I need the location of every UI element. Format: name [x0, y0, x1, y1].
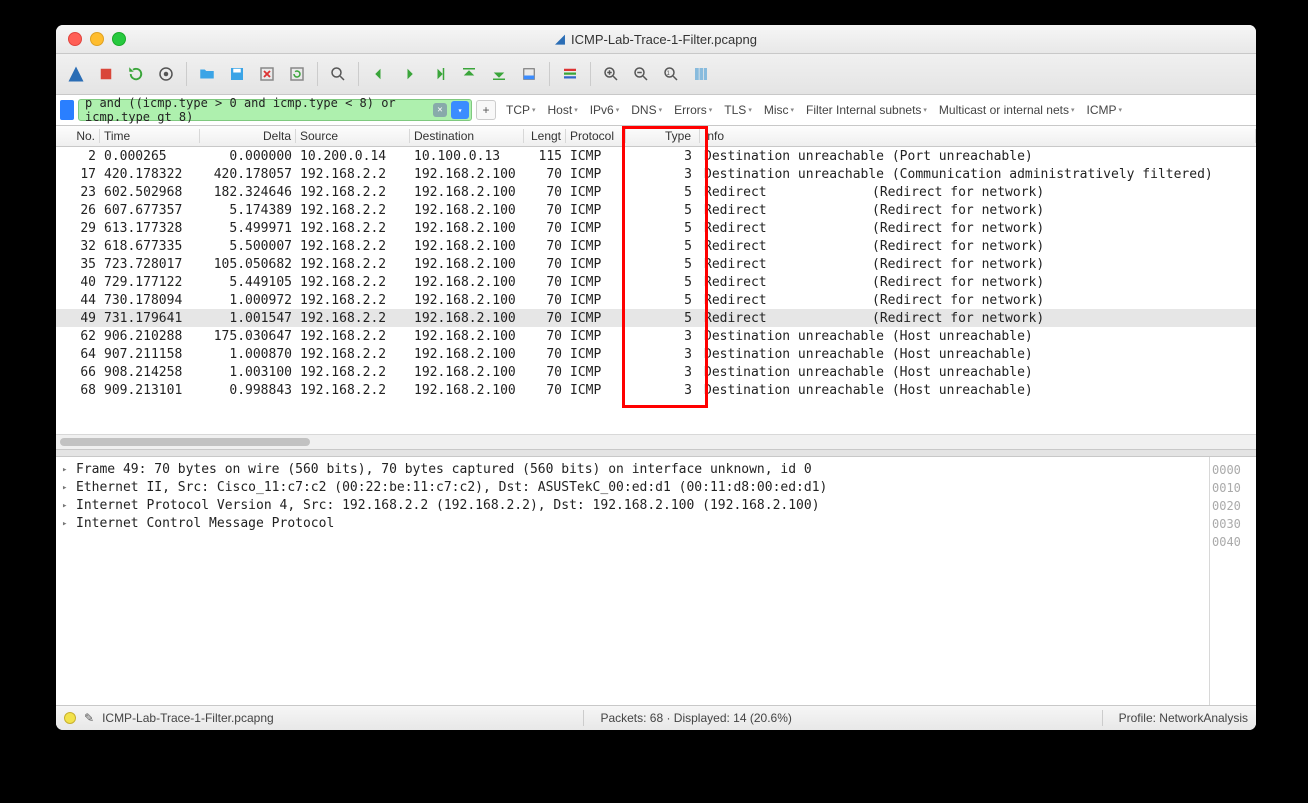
- col-len[interactable]: Lengt: [524, 129, 566, 143]
- filter-button-ipv6[interactable]: IPv6 ▾: [584, 101, 626, 119]
- packet-row[interactable]: 40729.1771225.449105192.168.2.2192.168.2…: [56, 273, 1256, 291]
- find-packet-button[interactable]: [324, 60, 352, 88]
- go-forward-button[interactable]: [395, 60, 423, 88]
- main-toolbar: 1: [56, 54, 1256, 95]
- app-window: ◢ ICMP-Lab-Trace-1-Filter.pcapng 1: [56, 25, 1256, 730]
- close-window-button[interactable]: [68, 32, 82, 46]
- packet-row[interactable]: 32618.6773355.500007192.168.2.2192.168.2…: [56, 237, 1256, 255]
- first-packet-button[interactable]: [455, 60, 483, 88]
- tree-item[interactable]: ▸Internet Protocol Version 4, Src: 192.1…: [62, 497, 1203, 515]
- zoom-reset-button[interactable]: 1: [657, 60, 685, 88]
- col-delta[interactable]: Delta: [200, 129, 296, 143]
- filter-button-misc[interactable]: Misc ▾: [758, 101, 800, 119]
- filter-button-tls[interactable]: TLS ▾: [718, 101, 758, 119]
- filter-button-icmp[interactable]: ICMP ▾: [1081, 101, 1129, 119]
- packet-row[interactable]: 68909.2131010.998843192.168.2.2192.168.2…: [56, 381, 1256, 399]
- packet-row[interactable]: 35723.728017105.050682192.168.2.2192.168…: [56, 255, 1256, 273]
- zoom-window-button[interactable]: [112, 32, 126, 46]
- colorize-button[interactable]: [556, 60, 584, 88]
- svg-text:1: 1: [667, 71, 671, 77]
- display-filter-text: p and ((icmp.type > 0 and icmp.type < 8)…: [85, 96, 465, 124]
- hex-offsets: 00000010002000300040: [1209, 457, 1256, 705]
- packet-row[interactable]: 44730.1780941.000972192.168.2.2192.168.2…: [56, 291, 1256, 309]
- clear-filter-button[interactable]: ✕: [433, 103, 447, 117]
- filter-button-tcp[interactable]: TCP ▾: [500, 101, 542, 119]
- status-file: ICMP-Lab-Trace-1-Filter.pcapng: [102, 711, 274, 725]
- col-proto[interactable]: Protocol: [566, 129, 626, 143]
- close-file-button[interactable]: [253, 60, 281, 88]
- filter-button-errors[interactable]: Errors ▾: [668, 101, 718, 119]
- wireshark-icon: ◢: [555, 31, 565, 47]
- minimize-window-button[interactable]: [90, 32, 104, 46]
- packet-list-hscroll[interactable]: [56, 434, 1256, 449]
- stop-capture-button[interactable]: [92, 60, 120, 88]
- status-profile[interactable]: Profile: NetworkAnalysis: [1119, 711, 1248, 725]
- filter-toolbar: p and ((icmp.type > 0 and icmp.type < 8)…: [56, 95, 1256, 126]
- col-src[interactable]: Source: [296, 129, 410, 143]
- resize-columns-button[interactable]: [687, 60, 715, 88]
- pane-splitter[interactable]: [56, 449, 1256, 457]
- packet-row[interactable]: 64907.2111581.000870192.168.2.2192.168.2…: [56, 345, 1256, 363]
- add-filter-button[interactable]: +: [476, 100, 496, 120]
- filter-button-multicast-or-internal-nets[interactable]: Multicast or internal nets ▾: [933, 101, 1081, 119]
- packet-row[interactable]: 20.0002650.00000010.200.0.1410.100.0.131…: [56, 147, 1256, 165]
- restart-capture-button[interactable]: [122, 60, 150, 88]
- window-controls: [56, 32, 126, 46]
- zoom-in-button[interactable]: [597, 60, 625, 88]
- save-file-button[interactable]: [223, 60, 251, 88]
- packet-row[interactable]: 29613.1773285.499971192.168.2.2192.168.2…: [56, 219, 1256, 237]
- detail-pane: ▸Frame 49: 70 bytes on wire (560 bits), …: [56, 457, 1256, 705]
- status-packets: Packets: 68 · Displayed: 14 (20.6%): [600, 711, 791, 725]
- edit-icon[interactable]: ✎: [84, 711, 94, 725]
- filter-button-filter-internal-subnets[interactable]: Filter Internal subnets ▾: [800, 101, 933, 119]
- packet-row[interactable]: 17420.178322420.178057192.168.2.2192.168…: [56, 165, 1256, 183]
- packet-details-tree[interactable]: ▸Frame 49: 70 bytes on wire (560 bits), …: [56, 457, 1209, 705]
- tree-item[interactable]: ▸Ethernet II, Src: Cisco_11:c7:c2 (00:22…: [62, 479, 1203, 497]
- expert-info-led[interactable]: [64, 712, 76, 724]
- tree-item[interactable]: ▸Frame 49: 70 bytes on wire (560 bits), …: [62, 461, 1203, 479]
- reload-file-button[interactable]: [283, 60, 311, 88]
- col-info[interactable]: Info: [700, 129, 1256, 143]
- status-bar: ✎ ICMP-Lab-Trace-1-Filter.pcapng Packets…: [56, 705, 1256, 730]
- last-packet-button[interactable]: [485, 60, 513, 88]
- packet-list-pane[interactable]: No. Time Delta Source Destination Lengt …: [56, 126, 1256, 434]
- packet-row[interactable]: 26607.6773575.174389192.168.2.2192.168.2…: [56, 201, 1256, 219]
- apply-filter-button[interactable]: ▾: [451, 101, 469, 119]
- col-dst[interactable]: Destination: [410, 129, 524, 143]
- packet-row[interactable]: 62906.210288175.030647192.168.2.2192.168…: [56, 327, 1256, 345]
- filter-button-dns[interactable]: DNS ▾: [625, 101, 668, 119]
- packet-list-header: No. Time Delta Source Destination Lengt …: [56, 126, 1256, 147]
- titlebar: ◢ ICMP-Lab-Trace-1-Filter.pcapng: [56, 25, 1256, 54]
- packet-row[interactable]: 49731.1796411.001547192.168.2.2192.168.2…: [56, 309, 1256, 327]
- filter-bookmark-button[interactable]: [60, 100, 74, 120]
- zoom-out-button[interactable]: [627, 60, 655, 88]
- col-no[interactable]: No.: [56, 129, 100, 143]
- auto-scroll-button[interactable]: [515, 60, 543, 88]
- go-back-button[interactable]: [365, 60, 393, 88]
- start-capture-button[interactable]: [62, 60, 90, 88]
- packet-row[interactable]: 66908.2142581.003100192.168.2.2192.168.2…: [56, 363, 1256, 381]
- col-type[interactable]: Type: [626, 129, 700, 143]
- col-time[interactable]: Time: [100, 129, 200, 143]
- tree-item[interactable]: ▸Internet Control Message Protocol: [62, 515, 1203, 533]
- display-filter-input[interactable]: p and ((icmp.type > 0 and icmp.type < 8)…: [78, 99, 472, 121]
- open-file-button[interactable]: [193, 60, 221, 88]
- packet-row[interactable]: 23602.502968182.324646192.168.2.2192.168…: [56, 183, 1256, 201]
- window-title: ICMP-Lab-Trace-1-Filter.pcapng: [571, 32, 757, 47]
- capture-options-button[interactable]: [152, 60, 180, 88]
- filter-button-host[interactable]: Host ▾: [542, 101, 584, 119]
- goto-packet-button[interactable]: [425, 60, 453, 88]
